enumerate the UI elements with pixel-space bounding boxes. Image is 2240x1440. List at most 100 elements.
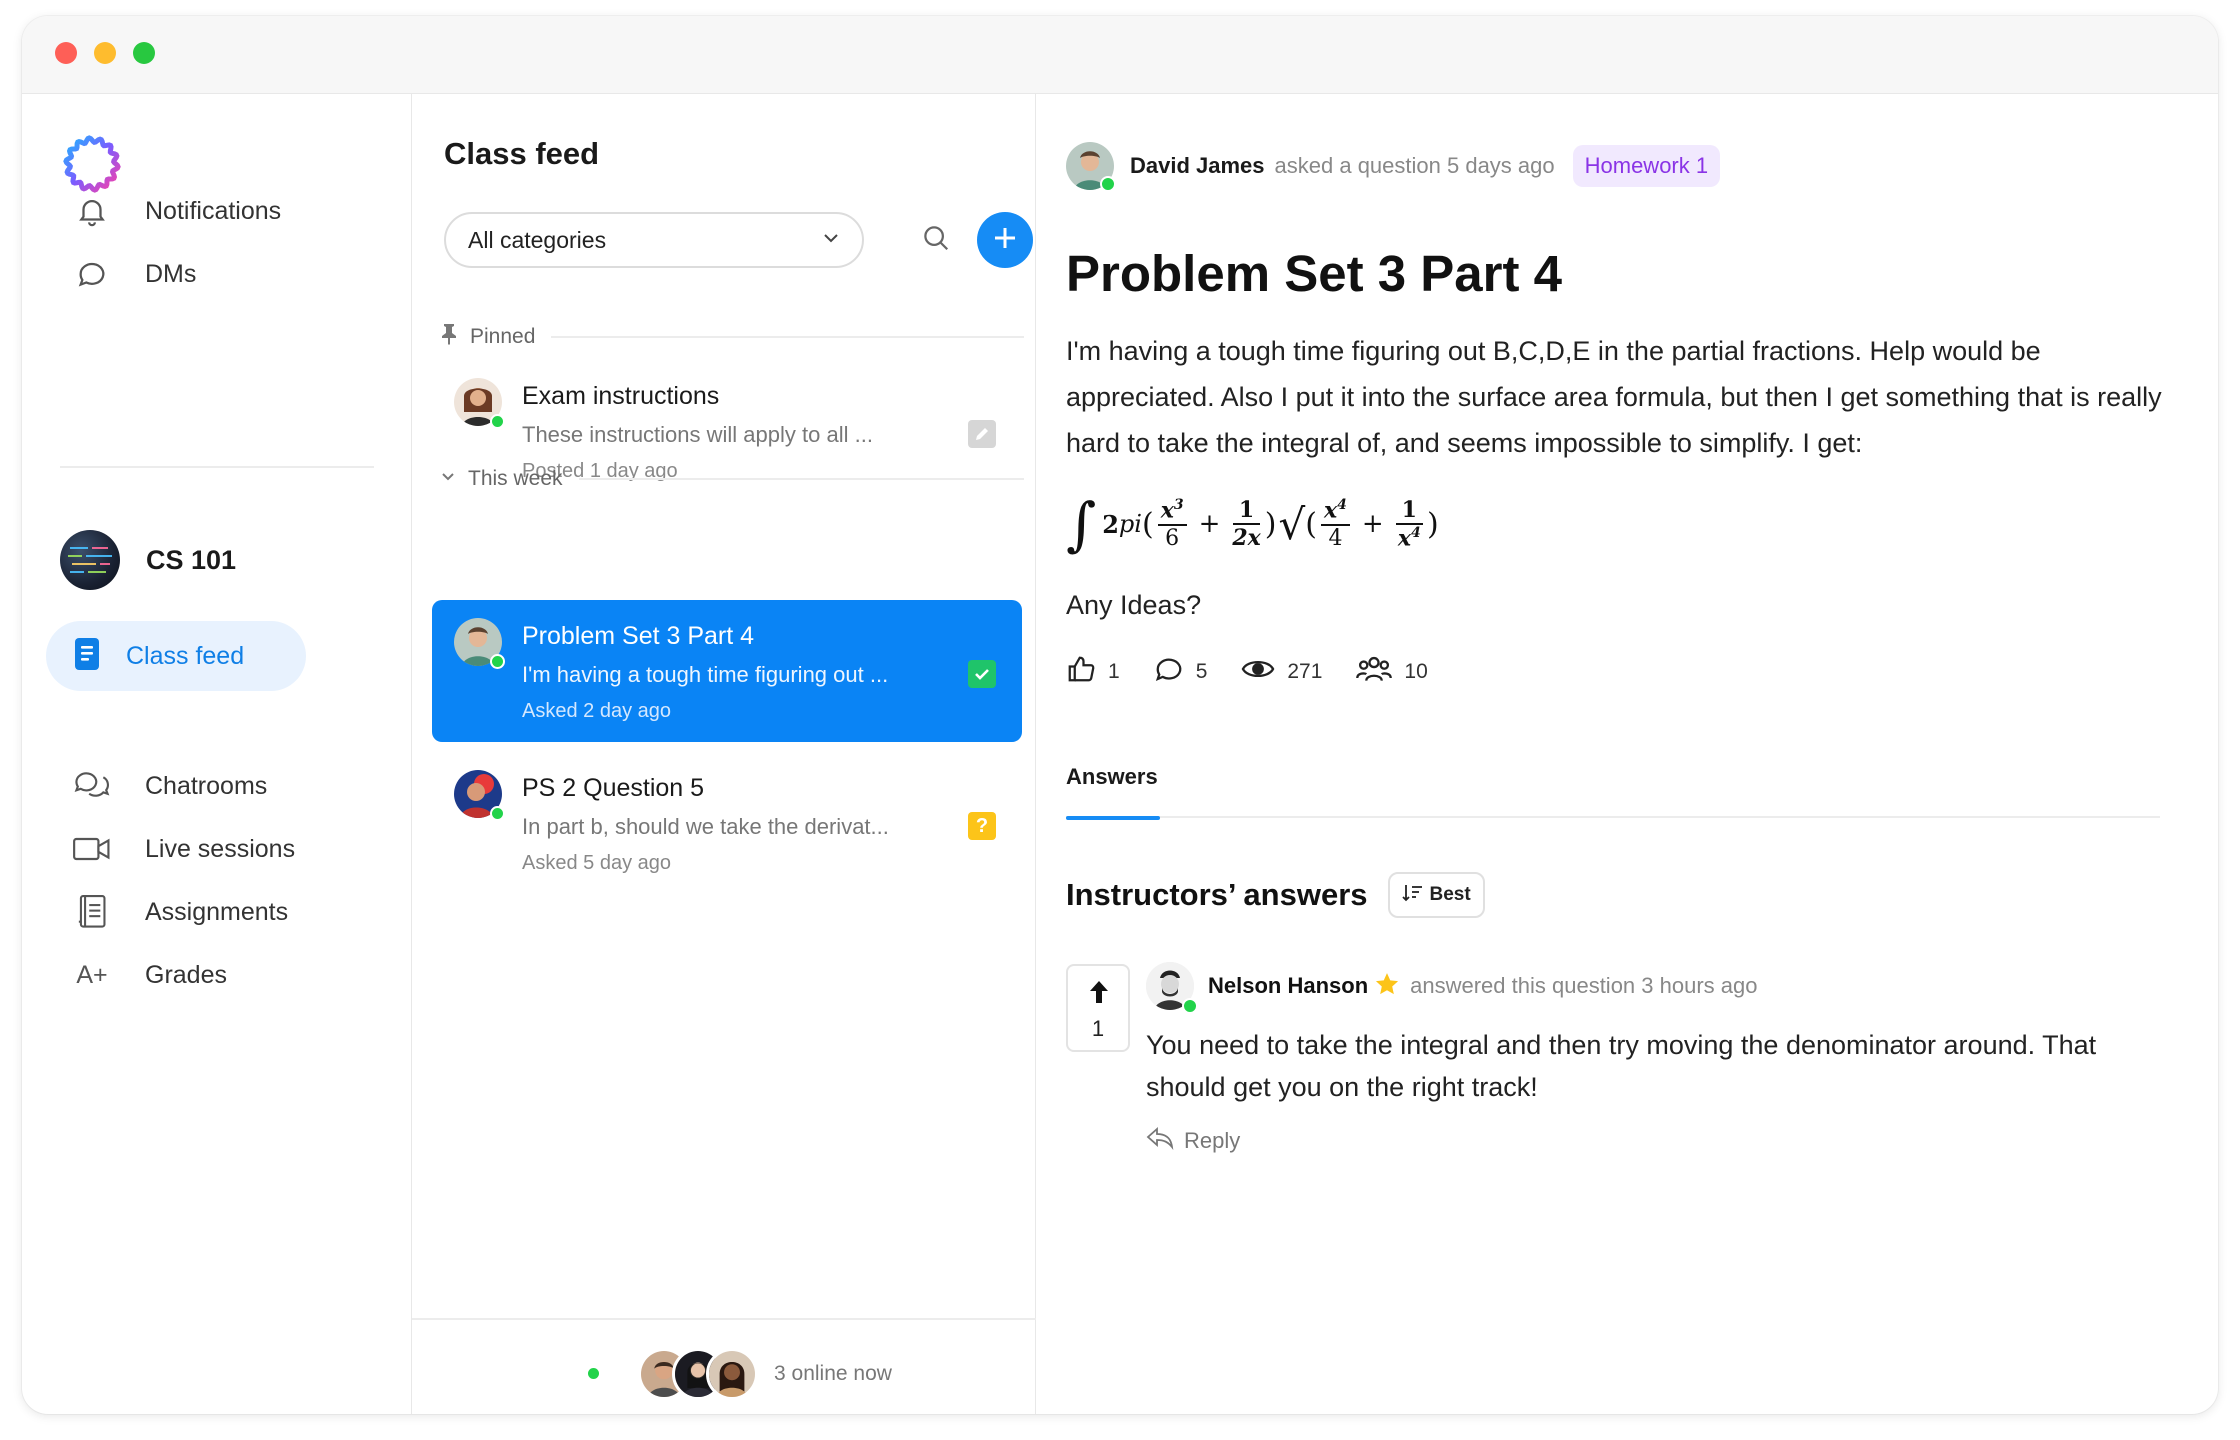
question-meta: asked a question 5 days ago [1274, 153, 1555, 178]
fraction: 1 x4 [1395, 497, 1423, 552]
avatar [706, 1348, 758, 1400]
answer-author-row: Nelson Hanson answered this question 3 h… [1146, 962, 2186, 1010]
sidebar-item-label: Live sessions [145, 834, 296, 863]
category-tag[interactable]: Homework 1 [1572, 145, 1721, 187]
reply-button[interactable]: Reply [1146, 1126, 2186, 1155]
eye-icon [1241, 654, 1275, 689]
fraction-numerator: 1 [1232, 497, 1261, 525]
post-title: Exam instructions [522, 382, 720, 410]
this-week-section-header[interactable]: This week [440, 467, 1024, 491]
fraction-denominator: 6 [1165, 525, 1180, 551]
author-name[interactable]: David James [1130, 153, 1265, 179]
online-indicator [490, 806, 505, 821]
answer-author-name[interactable]: Nelson Hanson [1208, 973, 1368, 999]
post-meta: Asked 2 day ago [522, 700, 671, 722]
minimize-window-button[interactable] [94, 42, 116, 64]
bell-icon [72, 191, 112, 231]
sidebar-item-assignments[interactable]: Assignments [72, 884, 288, 940]
maximize-window-button[interactable] [133, 42, 155, 64]
post-meta: Asked 5 day ago [522, 852, 671, 874]
sidebar-item-grades[interactable]: A+ Grades [72, 947, 227, 1003]
post-title: Problem Set 3 Part 4 [522, 622, 755, 650]
sidebar-divider [60, 466, 374, 468]
question-author-row: David James asked a question 5 days ago … [1066, 142, 1721, 190]
arrow-up-icon [1088, 980, 1110, 1009]
sqrt-sign: √ [1278, 499, 1306, 549]
comments-button[interactable]: 5 [1154, 654, 1208, 689]
fraction-numerator: x [1160, 497, 1174, 524]
reply-icon [1146, 1126, 1174, 1155]
like-count: 1 [1108, 659, 1120, 683]
fraction-denominator: x [1397, 525, 1412, 552]
star-icon [1374, 971, 1400, 1002]
answer-item: Nelson Hanson answered this question 3 h… [1146, 962, 2186, 1155]
fraction: x4 4 [1321, 497, 1350, 551]
formula-part: + [1361, 509, 1384, 539]
feed-title: Class feed [444, 136, 600, 171]
users-icon [1356, 654, 1393, 689]
search-button[interactable] [912, 216, 960, 264]
add-post-button[interactable] [977, 212, 1033, 268]
pin-icon [440, 323, 458, 350]
course-avatar [60, 530, 120, 590]
sidebar-item-live-sessions[interactable]: Live sessions [72, 821, 295, 877]
plus-icon [992, 225, 1018, 256]
feed-post-item[interactable]: PS 2 Question 5 In part b, should we tak… [432, 752, 1022, 894]
views-stat: 271 [1241, 654, 1322, 689]
a-plus-icon: A+ [76, 960, 108, 989]
question-status-icon: ? [968, 812, 996, 840]
category-select[interactable]: All categories [444, 212, 864, 268]
sidebar-item-class-feed[interactable]: Class feed [46, 621, 306, 691]
question-body: I'm having a tough time figuring out B,C… [1066, 336, 2162, 458]
online-indicator [490, 414, 505, 429]
sidebar-item-dms[interactable]: DMs [72, 246, 196, 302]
followers-stat[interactable]: 10 [1356, 654, 1428, 689]
sidebar-item-label: Grades [145, 960, 227, 989]
like-button[interactable]: 1 [1066, 654, 1120, 689]
post-preview: I'm having a tough time figuring out ... [522, 662, 889, 687]
online-now-bar[interactable]: 3 online now [412, 1318, 1036, 1414]
online-indicator [1100, 176, 1116, 192]
answer-text: You need to take the integral and then t… [1146, 1030, 2097, 1102]
question-title: Problem Set 3 Part 4 [1066, 245, 1563, 302]
section-heading: Instructors’ answers [1066, 877, 1368, 912]
question-detail: David James asked a question 5 days ago … [1036, 94, 2218, 1414]
section-label: This week [468, 467, 563, 490]
exponent: 4 [1337, 497, 1347, 514]
document-icon [72, 637, 102, 676]
thumbs-up-icon [1066, 654, 1096, 689]
exponent: 4 [1411, 524, 1421, 541]
online-indicator [588, 1368, 599, 1379]
fraction: 1 2x [1232, 497, 1260, 551]
formula-part: pi [1118, 510, 1142, 538]
sidebar-item-notifications[interactable]: Notifications [72, 183, 281, 239]
answer-meta: answered this question 3 hours ago [1410, 973, 1758, 998]
sidebar-item-chatrooms[interactable]: Chatrooms [72, 758, 267, 814]
fraction-denominator: 2x [1232, 525, 1261, 551]
upvote-button[interactable]: 1 [1066, 964, 1130, 1052]
close-window-button[interactable] [55, 42, 77, 64]
sidebar-item-label: DMs [145, 259, 197, 288]
formula-part: + [1198, 509, 1221, 539]
fraction-numerator: 1 [1395, 497, 1423, 525]
online-indicator [490, 654, 505, 669]
instructors-answers-header: Instructors’ answers Best [1066, 872, 1485, 918]
course-selector[interactable]: CS 101 [60, 530, 236, 590]
view-count: 271 [1287, 659, 1323, 683]
post-preview: In part b, should we take the derivat... [522, 814, 889, 839]
question-extra-text: Any Ideas? [1066, 590, 1202, 620]
post-preview: These instructions will apply to all ... [522, 422, 873, 447]
tab-answers[interactable]: Answers [1066, 754, 1160, 820]
app-window: Notifications DMs CS 101 Class feed Chat… [22, 16, 2218, 1414]
vote-count: 1 [1091, 1016, 1105, 1041]
reply-label: Reply [1184, 1127, 1241, 1153]
feed-post-item-selected[interactable]: Problem Set 3 Part 4 I'm having a tough … [432, 600, 1022, 742]
notebook-icon [72, 892, 112, 932]
formula-part: 2 [1102, 509, 1119, 539]
chevron-down-icon [822, 231, 840, 249]
follower-count: 10 [1404, 659, 1428, 683]
sort-best-button[interactable]: Best [1387, 872, 1485, 918]
comment-icon [1154, 654, 1184, 689]
comment-count: 5 [1195, 659, 1208, 683]
sidebar-item-label: Notifications [145, 196, 282, 225]
